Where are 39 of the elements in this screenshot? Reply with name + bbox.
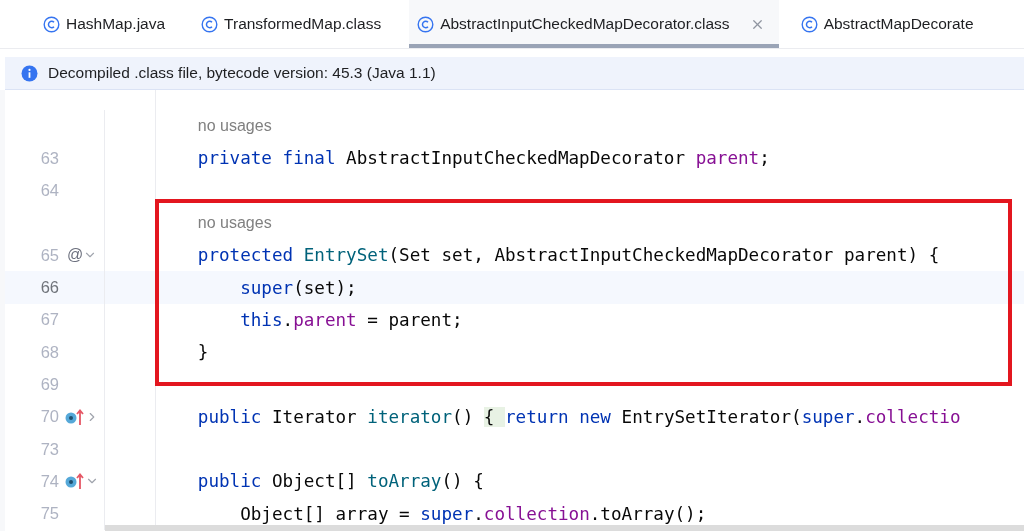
tab-label: AbstractMapDecorate bbox=[823, 15, 974, 33]
code-line: this.parent = parent; bbox=[240, 309, 463, 330]
tab-label: HashMap.java bbox=[66, 15, 166, 33]
override-icon[interactable] bbox=[65, 472, 85, 491]
line-number: 73 bbox=[39, 439, 59, 459]
banner-text: Decompiled .class file, bytecode version: 45.3 (Java 1.1) bbox=[48, 64, 436, 82]
line-number: 69 bbox=[39, 375, 59, 394]
code-line: } bbox=[197, 342, 209, 363]
class-icon bbox=[201, 15, 219, 33]
editor-tab[interactable]: AbstractMapDecorate bbox=[792, 0, 988, 48]
class-icon bbox=[43, 15, 60, 33]
info-icon bbox=[21, 64, 38, 82]
line-number: 66 bbox=[39, 278, 59, 298]
line-number: 75 bbox=[39, 504, 59, 524]
line-number: 64 bbox=[39, 181, 59, 201]
code-line: private final AbstractInputCheckedMapDecorator parent; bbox=[197, 148, 770, 169]
line-number: 63 bbox=[39, 148, 59, 168]
line-number: 74 bbox=[39, 471, 59, 491]
class-icon bbox=[417, 15, 435, 33]
override-icon[interactable] bbox=[65, 407, 85, 426]
line-number: 70 bbox=[39, 407, 59, 427]
gutter-mark[interactable]: @ bbox=[67, 246, 84, 265]
class-icon bbox=[800, 15, 818, 33]
code-line: Object[] array = super.collection.toArray(); bbox=[240, 503, 707, 524]
code-line: super(set); bbox=[240, 277, 357, 298]
code-line: public Object[] toArray() { bbox=[197, 471, 484, 492]
line-number: 68 bbox=[39, 342, 59, 362]
usages-hint[interactable]: no usages bbox=[197, 117, 272, 136]
tab-label: AbstractInputCheckedMapDecorator.class bbox=[440, 15, 730, 33]
line-number: 65 bbox=[39, 245, 59, 265]
editor-tab[interactable]: HashMap.java bbox=[35, 0, 180, 48]
code-line: protected EntrySet(Set set, AbstractInputCheckedMapDecorator parent) { bbox=[197, 245, 940, 266]
editor-tab[interactable]: AbstractInputCheckedMapDecorator.class bbox=[409, 0, 779, 48]
usages-hint[interactable]: no usages bbox=[197, 214, 272, 233]
code-line: public Iterator iterator() { return new EntrySetIterator(super.collectio bbox=[197, 406, 961, 427]
editor-tab[interactable]: TransformedMap.class bbox=[193, 0, 396, 48]
tab-label: TransformedMap.class bbox=[224, 15, 382, 33]
horizontal-scrollbar[interactable] bbox=[105, 525, 1024, 531]
line-number: 67 bbox=[39, 310, 59, 330]
